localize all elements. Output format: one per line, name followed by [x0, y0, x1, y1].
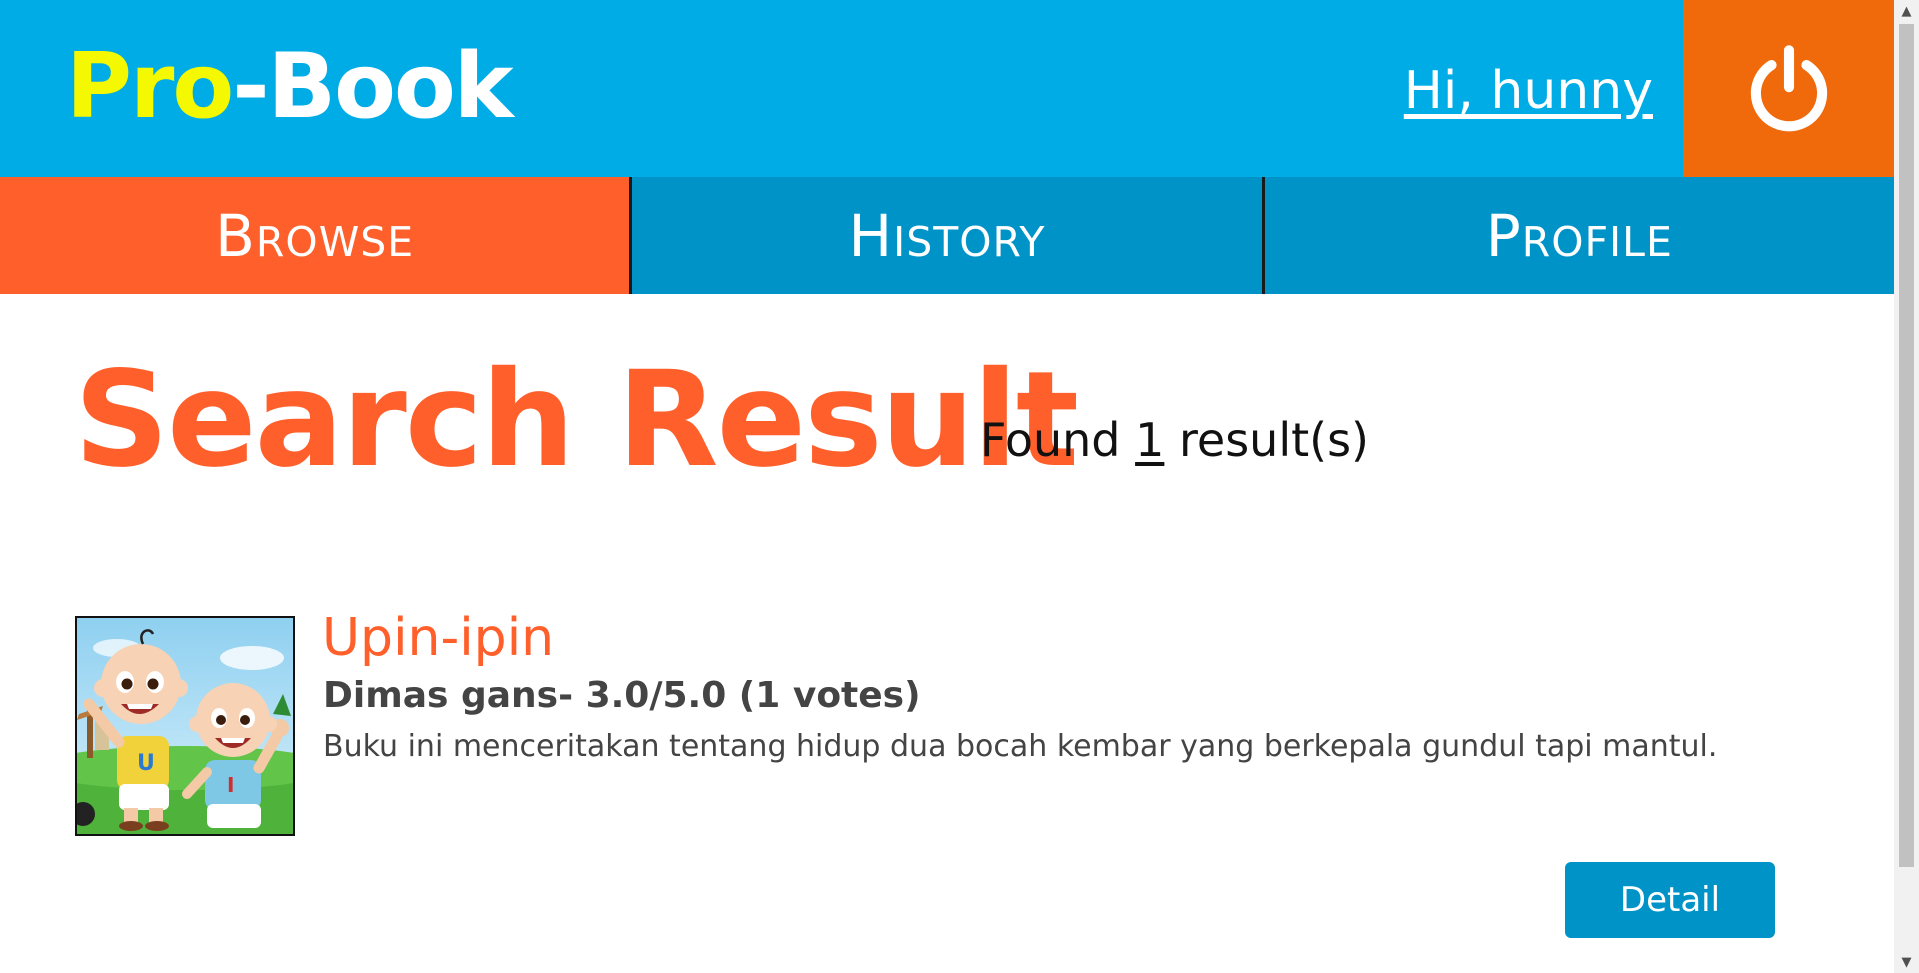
book-cover-image: U I	[75, 616, 295, 836]
book-title[interactable]: Upin-ipin	[322, 606, 554, 670]
app-logo[interactable]: Pro-Book	[66, 32, 514, 142]
result-count-prefix: Found	[980, 413, 1136, 467]
book-author-rating: Dimas gans- 3.0/5.0 (1 votes)	[323, 675, 921, 716]
detail-button[interactable]: Detail	[1565, 862, 1775, 938]
result-count-number: 1	[1135, 413, 1165, 467]
scroll-thumb[interactable]	[1899, 24, 1914, 867]
logo-part-pro: Pro	[66, 34, 234, 139]
logout-button[interactable]	[1683, 0, 1894, 177]
app-viewport: Pro-Book Hi, hunny Browse History Profil…	[0, 0, 1919, 973]
book-description: Buku ini menceritakan tentang hidup dua …	[323, 729, 1718, 764]
upin-ipin-illustration: U I	[77, 618, 293, 834]
tab-history[interactable]: History	[629, 177, 1262, 294]
tab-browse[interactable]: Browse	[0, 177, 630, 294]
scroll-down-arrow-icon[interactable]: ▼	[1894, 951, 1919, 973]
main-nav: Browse History Profile	[0, 177, 1894, 294]
scroll-up-arrow-icon[interactable]: ▲	[1894, 0, 1919, 22]
result-count: Found 1 result(s)	[980, 408, 1369, 472]
logo-part-book: -Book	[232, 34, 513, 139]
page-title: Search Result	[74, 343, 1079, 497]
user-greeting-link[interactable]: Hi, hunny	[1404, 56, 1653, 126]
vertical-scrollbar[interactable]: ▲ ▼	[1894, 0, 1919, 973]
svg-text:U: U	[137, 751, 155, 776]
result-count-suffix: result(s)	[1164, 413, 1369, 467]
tab-profile[interactable]: Profile	[1261, 177, 1894, 294]
app-header: Pro-Book Hi, hunny	[0, 0, 1894, 177]
power-icon	[1750, 44, 1827, 131]
svg-text:I: I	[227, 773, 234, 797]
